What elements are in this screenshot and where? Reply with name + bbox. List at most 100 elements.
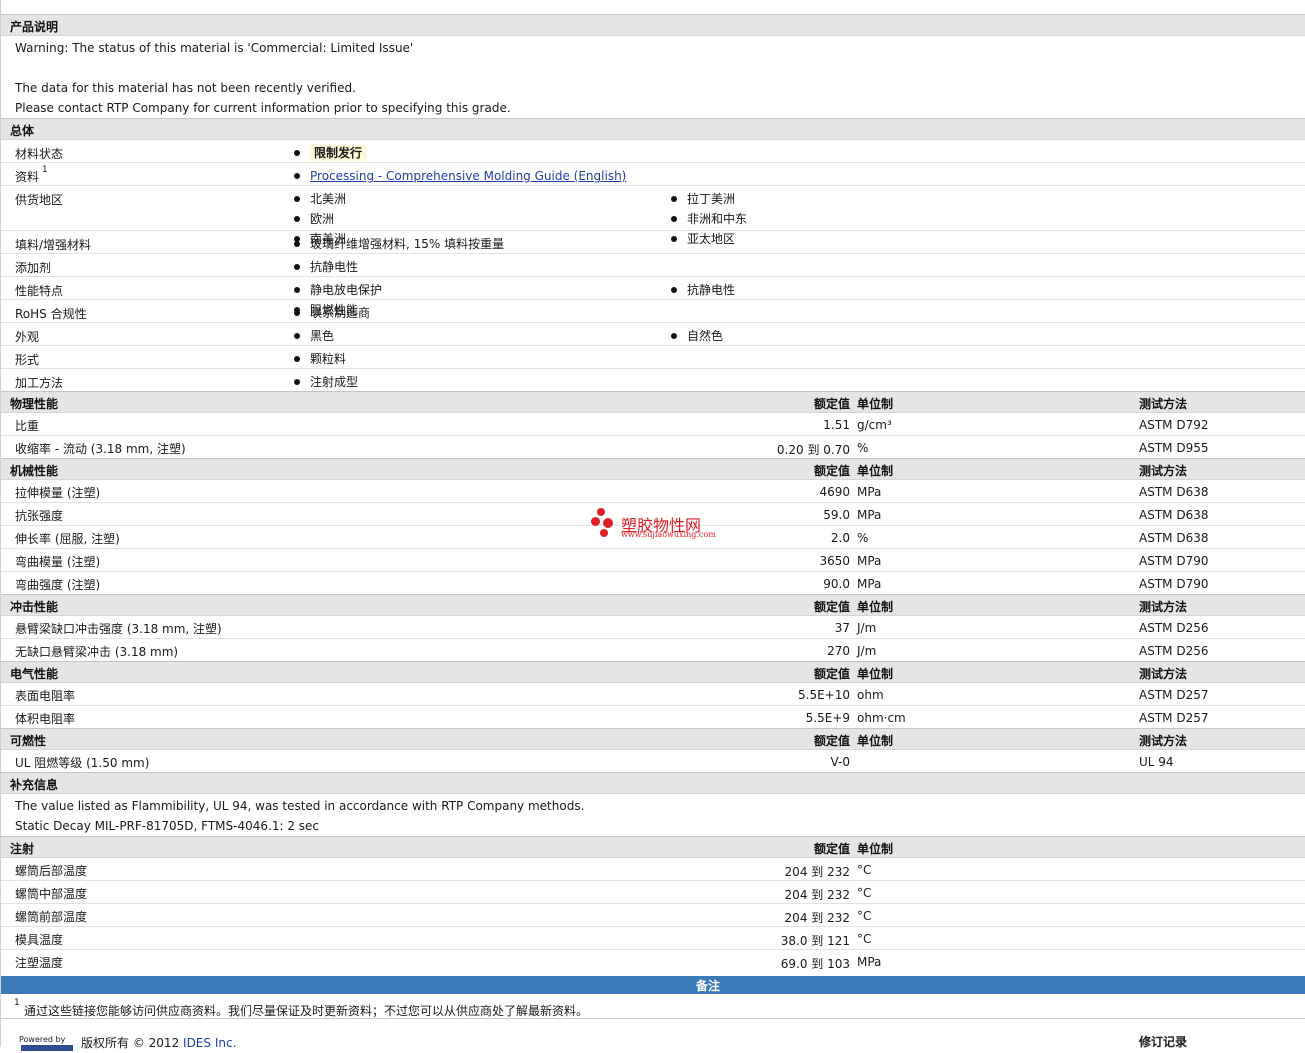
bullet-icon [294,309,300,316]
property-row: UL 阻燃等级 (1.50 mm) V-0 UL 94 [15,755,1174,770]
property-row: 比重 1.51 g/cm³ ASTM D792 [1,413,1305,436]
section-title: 冲击性能 [10,600,59,614]
bullet-icon [294,149,300,156]
property-row: 模具温度 38.0 到 121 °C [1,927,1305,950]
status-badge: 限制发行 [310,145,367,161]
section-title: 备注 [696,979,721,993]
watermark-url: www.sujiaowuxing.com [621,530,716,539]
list-item: 欧洲 [291,209,668,229]
property-row: 拉伸模量 (注塑) 4690 MPa ASTM D638 [1,480,1305,503]
section-header-impact: 冲击性能 额定值 单位制 测试方法 [1,594,1305,616]
section-title: 产品说明 [10,20,59,34]
general-row-literature: 资料 1 Processing - Comprehensive Molding G… [1,163,1305,186]
footnote-marker: 1 [42,165,48,175]
bullet-icon [294,263,300,270]
bullet-icon [671,286,677,293]
property-row: 螺筒后部温度 204 到 232 °C [1,858,1305,881]
processing-guide-link[interactable]: Processing - Comprehensive Molding Guide… [310,169,626,183]
row-label: 添加剂 [15,261,52,275]
footer: Powered by 版权所有 © 2012 IDES Inc. 修订记录 [1,1019,1305,1051]
revision-history-link[interactable]: 修订记录 [1139,1033,1187,1050]
list-item: 北美洲 [291,189,668,209]
row-label: 供货地区 [15,193,64,207]
general-row-features: 性能特点 静电放电保护 抗静电性阻燃性能 [1,277,1305,317]
footnote-text: 通过这些链接您能够访问供应商资料。我们尽量保证及时更新资料；不过您可以从供应商处… [24,1004,589,1018]
logo-bar-icon [21,1045,73,1051]
list-item: 非洲和中东 [668,209,1045,229]
list-item: 静电放电保护 [291,280,668,300]
company-link[interactable]: IDES Inc. [183,1036,236,1050]
section-title: 物理性能 [10,397,59,411]
description-line: Please contact RTP Company for current i… [15,101,511,115]
property-row: 表面电阻率 5.5E+10 ohm ASTM D257 [1,683,1305,706]
property-row: 体积电阻率 5.5E+9 ohm·cm ASTM D257 [15,711,1209,726]
list-item: 联系制造商 [291,303,668,323]
list-item: 颗粒料 [291,349,668,369]
list-item: 注射成型 [291,372,668,392]
property-row: 注塑温度 69.0 到 103 MPa [15,955,882,971]
list-item: 黑色 [291,326,668,346]
description-line: The data for this material has not been … [15,81,356,95]
bullet-icon [294,172,300,179]
notes-header: 备注 [1,976,1305,994]
description-line: Warning: The status of this material is … [15,41,414,55]
row-label: 资料 1 [15,165,48,184]
ides-logo: Powered by [19,1035,73,1053]
list-item: 自然色 [668,326,1045,346]
section-header-supplemental: 补充信息 [1,772,1305,794]
bullet-icon [294,195,300,202]
row-label: RoHS 合规性 [15,307,87,321]
section-title: 总体 [10,124,35,138]
bullet-icon [294,355,300,362]
section-header-mechanical: 机械性能 额定值 单位制 测试方法 [1,458,1305,480]
section-title: 可燃性 [10,734,47,748]
section-title: 机械性能 [10,464,59,478]
list-item: Processing - Comprehensive Molding Guide… [291,166,668,186]
section-header-flammability: 可燃性 额定值 单位制 测试方法 [1,728,1305,750]
bullet-icon [294,215,300,222]
bullet-icon [294,286,300,293]
property-row: 螺筒中部温度 204 到 232 °C [1,881,1305,904]
column-header-unit: 单位制 [857,397,894,411]
bullet-icon [671,332,677,339]
row-label: 填料/增强材料 [15,238,92,252]
general-row-filler: 填料/增强材料 玻璃纤维增强材料, 15% 填料按重量 [1,231,1305,254]
bullet-icon [671,215,677,222]
general-row-appearance: 外观 黑色 自然色 [1,323,1305,346]
copyright: 版权所有 © 2012 IDES Inc. [81,1036,237,1050]
property-row: 螺筒前部温度 204 到 232 °C [1,904,1305,927]
supplemental-block: The value listed as Flammibility, UL 94,… [1,794,1305,836]
section-header-description: 产品说明 [1,14,1305,36]
row-label: 性能特点 [15,284,64,298]
footnote-marker: 1 [14,998,20,1008]
row-label: 材料状态 [15,147,64,161]
general-row-processing: 加工方法 注射成型 [1,369,1305,391]
property-row: 弯曲模量 (注塑) 3650 MPa ASTM D790 [1,549,1305,572]
column-header-rated: 额定值 [813,397,850,411]
general-row-availability: 供货地区 北美洲 拉丁美洲欧洲 非洲和中东南美洲 亚太地区 [1,186,1305,246]
bullet-icon [294,378,300,385]
property-row: 悬臂梁缺口冲击强度 (3.18 mm, 注塑) 37 J/m ASTM D256 [1,616,1305,639]
property-row: 收缩率 - 流动 (3.18 mm, 注塑) 0.20 到 0.70% ASTM D… [15,441,1209,457]
description-block: Warning: The status of this material is … [1,36,1305,118]
property-row: 无缺口悬臂梁冲击 (3.18 mm) 270 J/m ASTM D256 [15,644,1209,659]
row-label: 形式 [15,353,40,367]
section-title: 电气性能 [10,667,59,681]
column-header-test: 测试方法 [1139,397,1188,411]
section-header-physical: 物理性能 额定值 单位制 测试方法 [1,391,1305,413]
bullet-icon [294,240,300,247]
section-header-electrical: 电气性能 额定值 单位制 测试方法 [1,661,1305,683]
general-row-additive: 添加剂 抗静电性 [1,254,1305,277]
supplemental-line: Static Decay MIL-PRF-81705D, FTMS-4046.1… [15,819,320,833]
section-header-general: 总体 [1,118,1305,140]
general-row-form: 形式 颗粒料 [1,346,1305,369]
row-label: 加工方法 [15,376,64,390]
row-label: 外观 [15,330,40,344]
section-title: 注射 [10,842,35,856]
list-item: 拉丁美洲 [668,189,1045,209]
datasheet-page: 产品说明 Warning: The status of this materia… [0,0,1305,1051]
list-item: 抗静电性 [291,257,668,277]
description-line [1,58,1305,78]
section-header-injection: 注射 额定值 单位制 [1,836,1305,858]
bullet-icon [294,332,300,339]
